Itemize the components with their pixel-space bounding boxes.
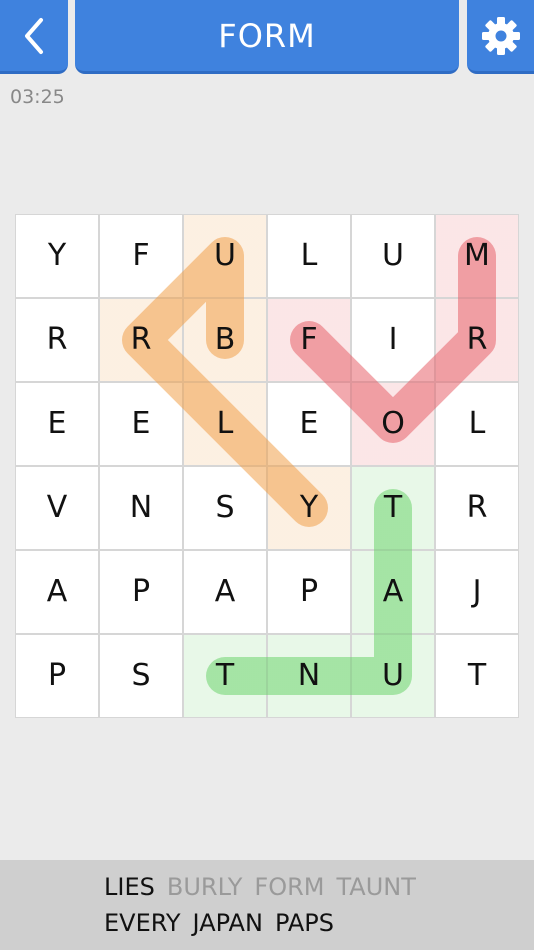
page-title: FORM <box>218 16 316 55</box>
timer: 03:25 <box>10 86 65 108</box>
title-bar: FORM <box>75 0 459 74</box>
grid-cell[interactable] <box>435 634 519 718</box>
word-every: EVERY <box>104 909 181 937</box>
grid-cell[interactable] <box>267 550 351 634</box>
word-lies: LIES <box>104 873 155 901</box>
grid-cell[interactable] <box>183 634 267 718</box>
word-burly: BURLY <box>166 873 243 901</box>
grid-cell[interactable] <box>99 382 183 466</box>
grid-cell[interactable] <box>99 634 183 718</box>
grid-cell[interactable] <box>183 382 267 466</box>
top-bar: FORM <box>0 0 534 74</box>
chevron-left-icon <box>25 17 43 54</box>
word-list-row-2: EVERY JAPAN PAPS <box>104 909 346 937</box>
grid-cell[interactable] <box>15 382 99 466</box>
grid-cell[interactable] <box>183 466 267 550</box>
grid-cell[interactable] <box>267 382 351 466</box>
grid-cell[interactable] <box>435 466 519 550</box>
word-paps: PAPS <box>274 909 334 937</box>
back-button[interactable] <box>0 0 68 74</box>
grid-cell[interactable] <box>267 214 351 298</box>
settings-button[interactable] <box>467 0 534 74</box>
grid-cell[interactable] <box>99 298 183 382</box>
grid-cell[interactable] <box>15 550 99 634</box>
grid-cell[interactable] <box>267 634 351 718</box>
grid-cell[interactable] <box>15 214 99 298</box>
grid-cell[interactable] <box>435 382 519 466</box>
grid-cell[interactable] <box>351 298 435 382</box>
gear-icon <box>481 16 520 55</box>
grid-cell[interactable] <box>183 550 267 634</box>
grid-cell[interactable] <box>15 298 99 382</box>
grid-cell[interactable] <box>435 550 519 634</box>
grid-cell[interactable] <box>99 550 183 634</box>
grid-cell[interactable] <box>351 466 435 550</box>
grid-cell[interactable] <box>15 466 99 550</box>
grid-cell[interactable] <box>267 466 351 550</box>
grid-cell[interactable] <box>99 466 183 550</box>
word-taunt: TAUNT <box>336 873 416 901</box>
grid-cell[interactable] <box>351 550 435 634</box>
grid-cell[interactable] <box>183 214 267 298</box>
grid-cell[interactable] <box>435 214 519 298</box>
grid-cell[interactable] <box>99 214 183 298</box>
grid-cell[interactable] <box>351 382 435 466</box>
word-list-row-1: LIES BURLY FORM TAUNT <box>104 873 428 901</box>
word-form: FORM <box>254 873 325 901</box>
grid-cell[interactable] <box>183 298 267 382</box>
grid-cell[interactable] <box>15 634 99 718</box>
grid-cell[interactable] <box>351 214 435 298</box>
grid-cell[interactable] <box>435 298 519 382</box>
grid-cell[interactable] <box>267 298 351 382</box>
word-japan: JAPAN <box>192 909 263 937</box>
grid-cell[interactable] <box>351 634 435 718</box>
letter-grid[interactable]: YFULUMRRBFIREELEOLVNSYTRAPAPAJPSTNUT <box>15 214 519 718</box>
